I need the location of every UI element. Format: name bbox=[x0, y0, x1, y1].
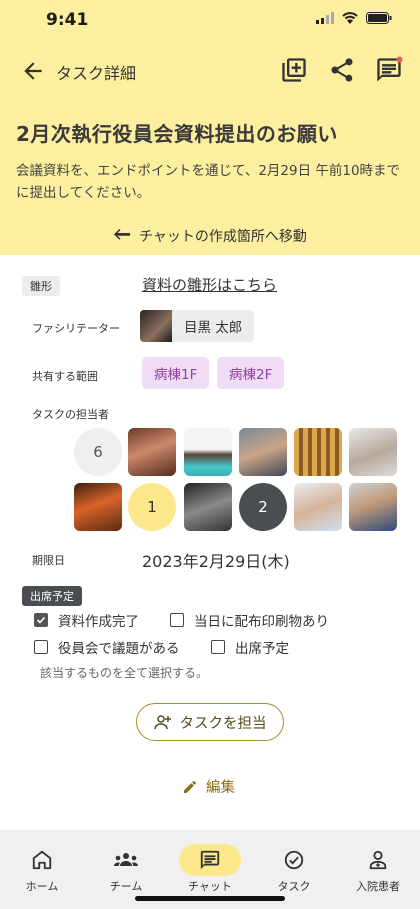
edit-button[interactable]: 編集 bbox=[182, 776, 235, 797]
facilitator-chip[interactable]: 目黒 太郎 bbox=[140, 310, 255, 342]
edit-label: 編集 bbox=[206, 780, 235, 796]
team-icon bbox=[114, 853, 138, 866]
wifi-icon bbox=[342, 12, 358, 24]
checkbox-empty-icon bbox=[34, 640, 48, 654]
return-arrow-icon bbox=[114, 229, 131, 240]
comment-icon[interactable] bbox=[375, 56, 403, 84]
due-date-value: 2023年2月29日(木) bbox=[142, 552, 290, 571]
nav-label: ホーム bbox=[25, 880, 59, 893]
nav-task[interactable]: タスク bbox=[252, 830, 336, 900]
back-arrow-icon[interactable] bbox=[20, 58, 46, 84]
assignee-avatar[interactable] bbox=[349, 483, 397, 531]
template-label: 雛形 bbox=[22, 276, 60, 296]
chat-origin-link[interactable]: チャットの作成箇所へ移動 bbox=[0, 226, 420, 246]
take-task-button[interactable]: タスクを担当 bbox=[136, 703, 284, 741]
template-link[interactable]: 資料の雛形はこちら bbox=[142, 274, 277, 295]
assignee-avatar[interactable] bbox=[74, 483, 122, 531]
nav-label: チーム bbox=[109, 880, 143, 893]
add-to-collection-icon[interactable] bbox=[280, 56, 308, 84]
status-time: 9:41 bbox=[46, 10, 89, 30]
checkbox-label: 出席予定 bbox=[235, 641, 289, 657]
facilitator-label: ファシリテーター bbox=[32, 322, 120, 335]
scope-label: 共有する範囲 bbox=[32, 370, 98, 383]
assignee-avatar[interactable] bbox=[294, 428, 342, 476]
due-date-label: 期限日 bbox=[32, 554, 65, 567]
patient-icon bbox=[369, 850, 387, 870]
header-area: 9:41 タスク詳細 2月次執行役員会資料提出のお願い 会議資料を、エンドポイン… bbox=[0, 0, 420, 255]
status-bar: 9:41 bbox=[0, 0, 420, 40]
checkbox-label: 役員会で議題がある bbox=[58, 641, 180, 657]
checkbox-attendance[interactable]: 出席予定 bbox=[211, 637, 289, 657]
battery-icon bbox=[366, 12, 392, 24]
chat-icon bbox=[200, 850, 220, 870]
attendance-tag: 出席予定 bbox=[22, 586, 82, 606]
assignee-avatar[interactable] bbox=[294, 483, 342, 531]
nav-chat[interactable]: チャット bbox=[168, 830, 252, 900]
scope-chip-2[interactable]: 病棟2F bbox=[217, 357, 285, 389]
home-icon bbox=[32, 850, 52, 870]
assignee-avatar[interactable] bbox=[184, 483, 232, 531]
assignee-count-badge[interactable]: 2 bbox=[239, 483, 287, 531]
task-description: 会議資料を、エンドポイントを通じて、2月29日 午前10時までに提出してください… bbox=[16, 163, 401, 201]
assignees-label: タスクの担当者 bbox=[32, 408, 109, 421]
task-check-icon bbox=[284, 850, 304, 870]
checkbox-empty-icon bbox=[170, 613, 184, 627]
assignee-avatar[interactable] bbox=[128, 428, 176, 476]
checkbox-hint: 該当するものを全て選択する。 bbox=[40, 666, 209, 680]
pencil-icon bbox=[184, 780, 197, 793]
assignee-avatar[interactable] bbox=[349, 428, 397, 476]
checkbox-print-distribution[interactable]: 当日に配布印刷物あり bbox=[170, 610, 329, 630]
chat-link-label: チャットの作成箇所へ移動 bbox=[139, 229, 307, 245]
nav-label: チャット bbox=[188, 880, 232, 893]
home-indicator bbox=[135, 896, 285, 901]
task-title: 2月次執行役員会資料提出のお願い bbox=[16, 122, 338, 146]
assignee-avatar[interactable] bbox=[184, 428, 232, 476]
checkbox-material-done[interactable]: 資料作成完了 bbox=[34, 610, 139, 630]
nav-team[interactable]: チーム bbox=[84, 830, 168, 900]
scope-chip-1[interactable]: 病棟1F bbox=[142, 357, 210, 389]
status-icons bbox=[316, 12, 392, 24]
assignee-count-badge[interactable]: 1 bbox=[128, 483, 176, 531]
signal-icon bbox=[316, 12, 334, 24]
checkbox-checked-icon bbox=[34, 613, 48, 627]
checkbox-label: 当日に配布印刷物あり bbox=[194, 614, 329, 630]
nav-home[interactable]: ホーム bbox=[0, 830, 84, 900]
assignee-avatar[interactable] bbox=[239, 428, 287, 476]
nav-label: 入院患者 bbox=[356, 880, 400, 893]
facilitator-name: 目黒 太郎 bbox=[184, 320, 243, 336]
nav-patients[interactable]: 入院患者 bbox=[336, 830, 420, 900]
take-task-label: タスクを担当 bbox=[179, 715, 267, 732]
checkbox-label: 資料作成完了 bbox=[58, 614, 139, 630]
nav-label: タスク bbox=[277, 880, 311, 893]
share-icon[interactable] bbox=[328, 56, 356, 84]
checkbox-empty-icon bbox=[211, 640, 225, 654]
assignee-count-badge[interactable]: 6 bbox=[74, 428, 122, 476]
app-bar: タスク詳細 bbox=[0, 50, 420, 94]
add-person-icon bbox=[153, 715, 171, 730]
avatar bbox=[140, 310, 172, 342]
checkbox-has-agenda[interactable]: 役員会で議題がある bbox=[34, 637, 180, 657]
page-title: タスク詳細 bbox=[56, 64, 137, 83]
